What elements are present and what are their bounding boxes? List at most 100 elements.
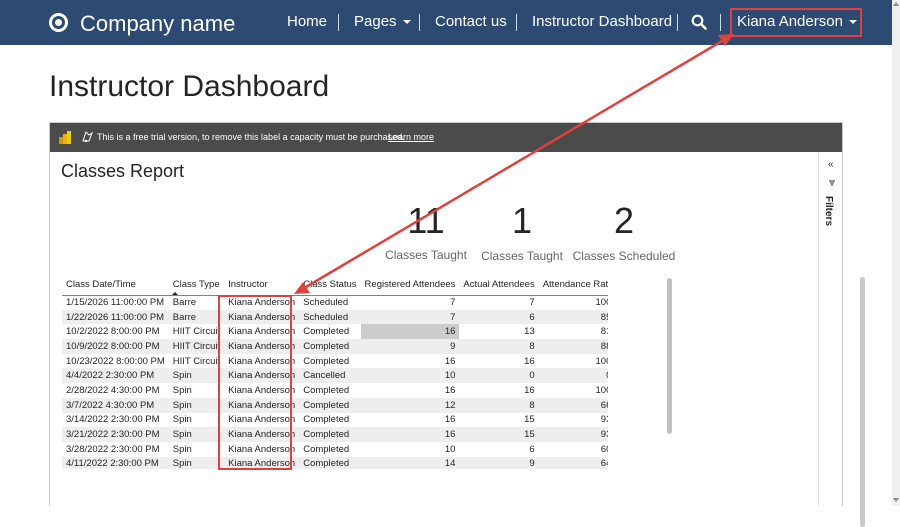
cell-registered: 12 xyxy=(360,397,460,413)
report-scrollbar[interactable] xyxy=(860,277,865,527)
cell-class-type: HIIT Circuit xyxy=(168,353,225,369)
cell-actual: 9 xyxy=(459,456,539,469)
cell-actual: 15 xyxy=(459,427,539,442)
search-icon[interactable] xyxy=(691,14,707,30)
table-scrollbar[interactable] xyxy=(667,278,672,434)
scroll-up-icon[interactable] xyxy=(893,2,899,6)
cell-registered: 7 xyxy=(360,295,460,310)
column-header-instructor[interactable]: Instructor xyxy=(224,275,300,296)
table-row[interactable]: 3/14/2022 2:30:00 PM Spin Kiana Anderson Co… xyxy=(62,412,608,428)
cell-class-date: 4/11/2022 2:30:00 PM xyxy=(62,456,169,469)
nav-contact-us[interactable]: Contact us xyxy=(435,13,507,30)
kpi-label: Classes Taught xyxy=(481,249,563,263)
collapse-icon[interactable]: « xyxy=(828,159,834,170)
cell-registered: 16 xyxy=(360,324,460,340)
column-header-registered[interactable]: Registered Attendees xyxy=(360,275,460,296)
cell-class-date: 10/9/2022 8:00:00 PM xyxy=(62,339,169,354)
classes-table[interactable]: Class Date/Time Class Type Instructor Cl… xyxy=(62,275,608,469)
cell-registered: 16 xyxy=(360,353,460,369)
cell-class-date: 1/22/2026 11:00:00 PM xyxy=(62,309,169,325)
table-row[interactable]: 3/21/2022 2:30:00 PM Spin Kiana Anderson Co… xyxy=(62,427,608,442)
cell-class-type: Spin xyxy=(168,412,225,428)
column-header-attendance-rate[interactable]: Attendance Rate % xyxy=(538,275,608,296)
nav-divider xyxy=(516,14,517,31)
kpi-label: Classes Scheduled xyxy=(572,249,676,263)
cell-class-type: Spin xyxy=(168,397,225,413)
cell-attendance-rate: 100.00 xyxy=(538,383,608,398)
table-row[interactable]: 10/9/2022 8:00:00 PM HIIT Circuit Kiana An… xyxy=(62,339,608,354)
nav-pages[interactable]: Pages xyxy=(354,13,411,30)
cell-class-status: Scheduled xyxy=(299,309,361,325)
company-logo-icon[interactable] xyxy=(49,13,68,32)
cell-registered: 10 xyxy=(360,441,460,457)
nav-divider xyxy=(720,14,721,31)
table-row[interactable]: 1/15/2026 11:00:00 PM Barre Kiana Anderson… xyxy=(62,295,608,310)
trial-banner: This is a free trial version, to remove … xyxy=(50,123,842,152)
table-header-row: Class Date/Time Class Type Instructor Cl… xyxy=(62,275,608,296)
column-header-actual[interactable]: Actual Attendees xyxy=(459,275,539,296)
kpi-value: 11 xyxy=(407,200,445,241)
cell-actual: 8 xyxy=(459,397,539,413)
cell-attendance-rate: 66.67 xyxy=(538,397,608,413)
sort-ascending-icon xyxy=(171,292,178,295)
cell-class-date: 3/21/2022 2:30:00 PM xyxy=(62,427,169,442)
cell-class-date: 3/7/2022 4:30:00 PM xyxy=(62,397,169,413)
cell-class-type: Spin xyxy=(168,427,225,442)
cell-attendance-rate: 81.25 xyxy=(538,324,608,340)
top-navbar: Company name Home Pages Contact us Instr… xyxy=(0,0,892,45)
nav-divider xyxy=(419,14,420,31)
cell-class-date: 10/23/2022 8:00:00 PM xyxy=(62,353,169,369)
learn-more-link[interactable]: Learn more xyxy=(388,132,434,142)
nav-divider xyxy=(677,14,678,31)
table-row[interactable]: 10/2/2022 8:00:00 PM HIIT Circuit Kiana An… xyxy=(62,324,608,340)
cell-class-date: 3/14/2022 2:30:00 PM xyxy=(62,412,169,428)
column-header-class-date[interactable]: Class Date/Time xyxy=(62,275,169,296)
column-header-class-status[interactable]: Class Status xyxy=(299,275,361,296)
cell-class-date: 2/28/2022 4:30:00 PM xyxy=(62,383,169,398)
trial-badge-icon xyxy=(82,131,94,143)
cell-registered: 16 xyxy=(360,412,460,428)
cell-actual: 15 xyxy=(459,412,539,428)
table-row[interactable]: 1/22/2026 11:00:00 PM Barre Kiana Anderson… xyxy=(62,309,608,325)
column-header-label: Class Type xyxy=(172,279,220,291)
cell-class-type: Spin xyxy=(168,456,225,469)
cell-attendance-rate: 0.00 xyxy=(538,368,608,384)
powerbi-logo-icon xyxy=(59,131,71,144)
cell-class-date: 10/2/2022 8:00:00 PM xyxy=(62,324,169,340)
column-header-class-type[interactable]: Class Type xyxy=(168,275,225,296)
kpi-value: 2 xyxy=(613,200,635,241)
cell-class-status: Completed xyxy=(299,397,361,413)
nav-divider xyxy=(338,14,339,31)
annotation-user-highlight xyxy=(730,8,862,37)
cell-class-status: Scheduled xyxy=(299,295,361,310)
table-row[interactable]: 3/7/2022 4:30:00 PM Spin Kiana Anderson Com… xyxy=(62,397,608,413)
table-row[interactable]: 4/11/2022 2:30:00 PM Spin Kiana Anderson Co… xyxy=(62,456,608,469)
cell-class-status: Completed xyxy=(299,339,361,354)
kpi-value: 1 xyxy=(511,200,533,241)
cell-actual: 16 xyxy=(459,383,539,398)
table-row[interactable]: 4/4/2022 2:30:00 PM Spin Kiana Anderson Can… xyxy=(62,368,608,384)
cell-class-type: HIIT Circuit xyxy=(168,324,225,340)
table-row[interactable]: 2/28/2022 4:30:00 PM Spin Kiana Anderson Co… xyxy=(62,383,608,398)
cell-registered: 14 xyxy=(360,456,460,469)
filters-pane[interactable]: « Filters xyxy=(818,152,842,506)
cell-actual: 16 xyxy=(459,353,539,369)
scroll-down-icon[interactable] xyxy=(893,498,899,502)
nav-home[interactable]: Home xyxy=(287,13,327,30)
cell-class-type: HIIT Circuit xyxy=(168,339,225,354)
brand-name[interactable]: Company name xyxy=(80,11,235,37)
report-title: Classes Report xyxy=(61,161,185,181)
table-row[interactable]: 10/23/2022 8:00:00 PM HIIT Circuit Kiana A… xyxy=(62,353,608,369)
report-canvas: Classes Report 11 Classes Taught 1 Class… xyxy=(50,152,818,506)
nav-instructor-dashboard[interactable]: Instructor Dashboard xyxy=(532,13,672,30)
table-body: 1/15/2026 11:00:00 PM Barre Kiana Anderson… xyxy=(62,295,608,469)
cell-registered: 16 xyxy=(360,383,460,398)
filters-label: Filters xyxy=(823,196,834,227)
cell-class-type: Barre xyxy=(168,295,225,310)
table-row[interactable]: 3/28/2022 2:30:00 PM Spin Kiana Anderson Co… xyxy=(62,441,608,457)
cell-class-status: Completed xyxy=(299,412,361,428)
cell-actual: 7 xyxy=(459,295,539,310)
page-scrollbar[interactable] xyxy=(892,0,900,506)
cell-actual: 0 xyxy=(459,368,539,384)
cell-registered: 9 xyxy=(360,339,460,354)
